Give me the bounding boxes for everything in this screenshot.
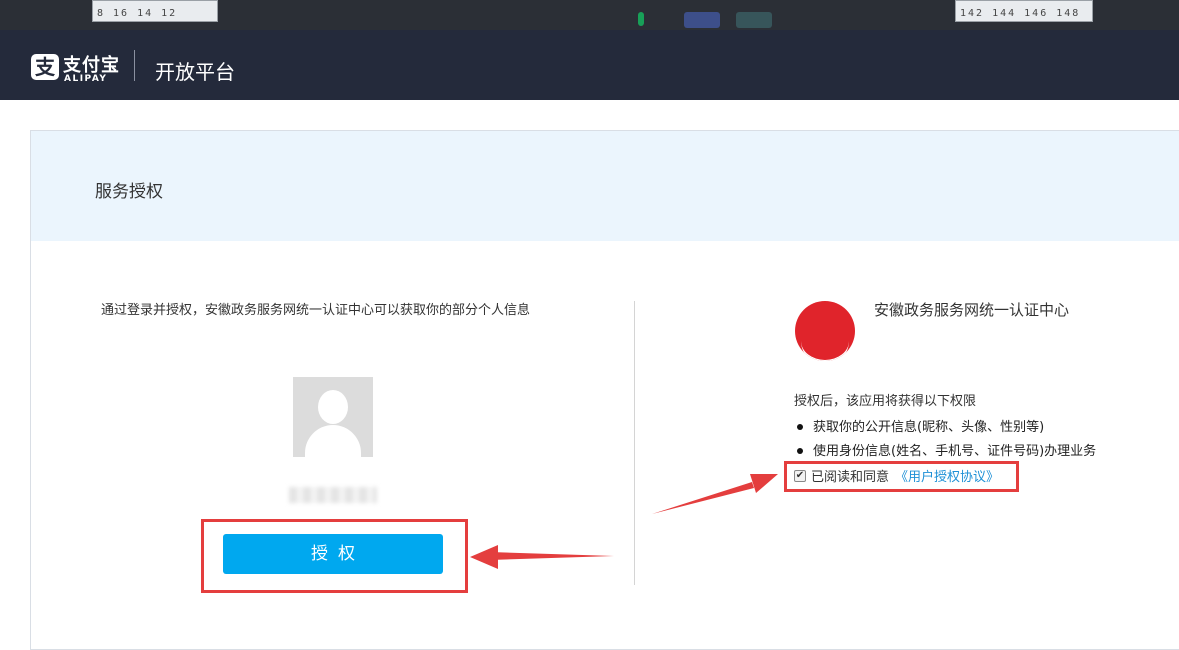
arrow-to-button-icon <box>470 545 614 569</box>
arrow-to-agreement-icon <box>652 474 778 514</box>
annotation-arrows <box>470 474 778 569</box>
